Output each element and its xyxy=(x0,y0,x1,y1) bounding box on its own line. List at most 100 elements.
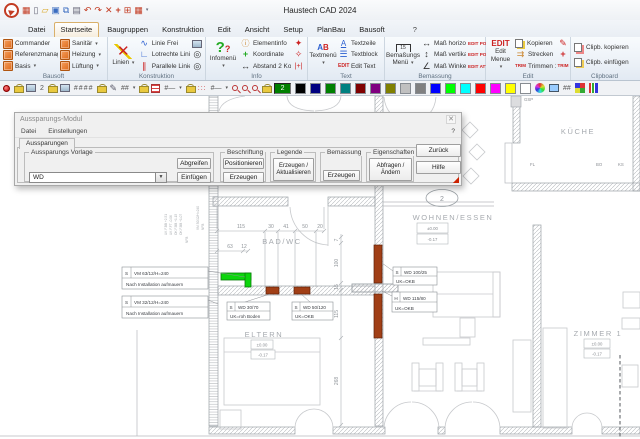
lock-icon[interactable] xyxy=(186,84,194,93)
info-star2-button[interactable]: ✧ xyxy=(292,49,305,60)
label-box-vm32[interactable]: S VM 32/12/H=240 Nach Installation aufma… xyxy=(122,296,218,318)
lock-icon[interactable] xyxy=(14,84,22,93)
heizung-button[interactable]: Heizung▾ xyxy=(59,49,106,60)
label-box-wd3070[interactable]: S WD 30/70 UK=roh Boden xyxy=(227,294,270,320)
tab-ansicht[interactable]: Ansicht xyxy=(239,23,276,37)
tab-konstruktion[interactable]: Konstruktion xyxy=(156,23,210,37)
edit-plus-button[interactable]: + xyxy=(557,49,570,60)
vorlage-combobox[interactable]: WD ▼ xyxy=(29,172,167,183)
mass-vertikal-button[interactable]: ↕Maß vertikal xyxy=(420,49,466,60)
color-swatch-selected[interactable]: 2 xyxy=(274,83,291,94)
label-box-wd10025[interactable]: S WD 100/25 UK=OKB xyxy=(382,263,437,285)
save-icon[interactable]: ▣ xyxy=(51,6,60,15)
zoom-in-icon[interactable] xyxy=(232,85,238,91)
info-star-button[interactable]: ✦ xyxy=(292,38,305,49)
chevron-down-icon[interactable]: ▼ xyxy=(155,173,166,182)
linie-frei-button[interactable]: ∿Linie Frei xyxy=(138,38,190,49)
open-folder-icon[interactable]: ▱ xyxy=(41,6,48,15)
menu-datei[interactable]: Datei xyxy=(21,128,36,135)
color-swatch[interactable] xyxy=(310,83,321,94)
edit-text-button[interactable]: EDITEdit Text xyxy=(337,61,383,72)
bemassung-erzeugen-button[interactable]: Erzeugen xyxy=(323,170,360,181)
clipboard-copy-button[interactable]: Clipb. kopieren xyxy=(573,42,637,54)
tab-help[interactable]: ? xyxy=(407,23,423,37)
drawing-canvas[interactable]: 115 30 41 50 20 63 12 7 100 15 115 268 xyxy=(0,96,640,439)
tab-setup[interactable]: Setup xyxy=(277,23,309,37)
color-swatch[interactable] xyxy=(460,83,471,94)
lock-icon[interactable] xyxy=(139,84,147,93)
color-swatch[interactable] xyxy=(325,83,336,94)
undo-icon[interactable]: ↶ xyxy=(84,6,92,15)
abgreifen-button[interactable]: Abgreifen xyxy=(177,158,211,169)
info-measure-button[interactable]: |+| xyxy=(292,61,305,72)
lotrechte-linien-button[interactable]: ∟Lotrechte Linien xyxy=(138,49,190,60)
tab-planbau[interactable]: PlanBau xyxy=(311,23,351,37)
color-swatch[interactable] xyxy=(400,83,411,94)
style-value[interactable]: ## xyxy=(121,85,129,92)
save-red-icon[interactable]: ▦ xyxy=(22,6,31,15)
color-swatch[interactable] xyxy=(505,83,516,94)
einfuegen-button[interactable]: Einfügen xyxy=(177,172,211,183)
chevron-down-icon[interactable]: ▾ xyxy=(226,86,229,91)
lueftung-button[interactable]: Lüftung▾ xyxy=(59,61,106,72)
color-swatch[interactable] xyxy=(445,83,456,94)
textzeile-button[interactable]: ATextzeile xyxy=(337,38,383,49)
color-swatch[interactable] xyxy=(430,83,441,94)
qat-dropdown-icon[interactable]: ▾ xyxy=(146,8,149,13)
bemassungs-menue-button[interactable]: 15 Bemaßungs Menü ▾ xyxy=(387,38,419,72)
tab-datei[interactable]: Datei xyxy=(22,23,52,37)
beschriftung-erzeugen-button[interactable]: Erzeugen xyxy=(223,172,264,183)
chevron-down-icon[interactable]: ▾ xyxy=(133,86,136,91)
edit-menue-button[interactable]: EDIT Edit Menue ▾ xyxy=(488,38,513,72)
pen-width-value[interactable]: #### xyxy=(74,85,94,92)
strecken-button[interactable]: ⇉Strecken xyxy=(514,49,556,60)
aussparung-green-vm32[interactable] xyxy=(245,273,251,287)
chevron-down-icon[interactable]: ▾ xyxy=(179,86,182,91)
mass-winkel-button[interactable]: ∠Maß Winkel xyxy=(420,61,466,72)
edit-pos2-button[interactable]: EDIT POS. xyxy=(467,49,486,60)
color-swatch[interactable] xyxy=(520,83,531,94)
elementinfo-button[interactable]: ⓘElementinfo xyxy=(239,38,291,49)
tab-baugruppen[interactable]: Baugruppen xyxy=(101,23,154,37)
abfragen-aendern-button[interactable]: Abfragen / Ändern xyxy=(369,158,412,181)
label-box-wd50120[interactable]: S WD 50/120 UK=OKB xyxy=(292,294,333,320)
edit-trim2-button[interactable]: TRIM xyxy=(557,61,570,72)
zurueck-button[interactable]: Zurück xyxy=(416,144,461,157)
aussparung-brown-wd11580[interactable] xyxy=(374,294,382,338)
lock-icon[interactable] xyxy=(97,84,105,93)
tab-aussparungen[interactable]: Aussparungen xyxy=(19,138,75,149)
hash-icon[interactable]: ## xyxy=(563,85,571,92)
tool-add-icon[interactable]: + xyxy=(116,6,121,15)
new-document-icon[interactable]: ▯ xyxy=(34,6,39,15)
hatch-style-icon[interactable] xyxy=(151,84,160,93)
clipboard-paste-button[interactable]: Clipb. einfügen xyxy=(573,57,637,69)
menu-help[interactable]: ? xyxy=(451,128,455,135)
color-swatch[interactable] xyxy=(295,83,306,94)
abstand-2-koord-button[interactable]: ↔Abstand 2 Koord. xyxy=(239,61,291,72)
tab-edit[interactable]: Edit xyxy=(212,23,237,37)
tool-cut-icon[interactable]: ✕ xyxy=(105,6,113,15)
dots-icon[interactable]: ::: xyxy=(198,85,207,92)
resize-grip[interactable]: ◢ xyxy=(453,176,459,184)
referenzmanager-button[interactable]: Referenzmanager xyxy=(2,49,58,60)
color-bars-icon[interactable] xyxy=(589,83,598,93)
close-icon[interactable]: ✕ xyxy=(446,115,456,124)
color-swatch[interactable] xyxy=(385,83,396,94)
linetype2-value[interactable]: #— xyxy=(211,85,222,92)
zoom-window-icon[interactable] xyxy=(252,85,258,91)
save-all-icon[interactable]: ⧉ xyxy=(63,6,69,15)
circle-0-button[interactable]: ◎ xyxy=(191,61,204,72)
infomenue-button[interactable]: ?? Infomenü ▾ xyxy=(208,38,238,72)
aussparung-brown-wd10025[interactable] xyxy=(374,245,382,283)
hilfe-button[interactable]: Hilfe xyxy=(416,161,461,174)
basis-button[interactable]: Basis▾ xyxy=(2,61,58,72)
tab-bausoft[interactable]: Bausoft xyxy=(353,23,390,37)
redo-icon[interactable]: ↷ xyxy=(94,6,102,15)
circle-8-button[interactable]: ◎ xyxy=(191,49,204,60)
color-swatch[interactable] xyxy=(370,83,381,94)
trimmen-button[interactable]: TRIMTrimmen 1 xyxy=(514,61,556,72)
render-sphere-icon[interactable] xyxy=(535,83,545,93)
screen-icon[interactable] xyxy=(26,84,36,92)
menu-einstellungen[interactable]: Einstellungen xyxy=(48,128,87,135)
lock-icon[interactable] xyxy=(48,84,56,93)
